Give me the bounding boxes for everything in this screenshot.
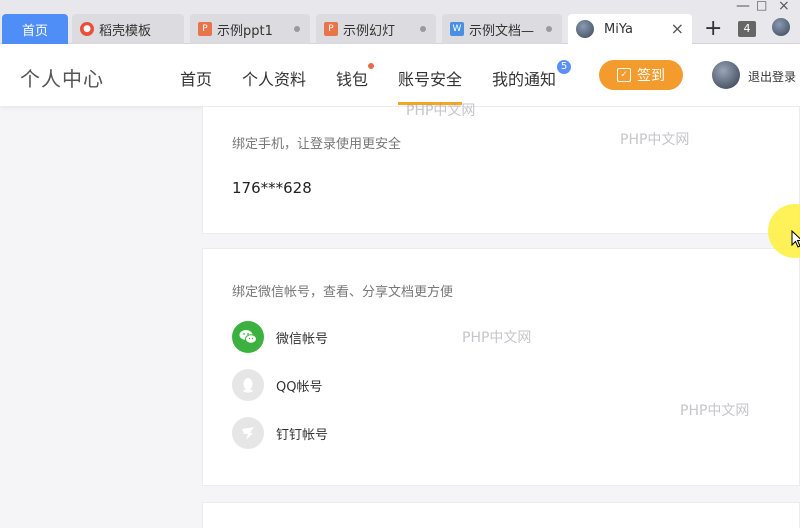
nav-notifications[interactable]: 我的通知 [492,66,556,90]
nav-home[interactable]: 首页 [180,66,212,90]
tab-daoke-templates[interactable]: ● 稻壳模板 [72,14,184,44]
tab-dot-icon [420,26,426,32]
nav-profile[interactable]: 个人资料 [242,66,306,90]
tab-document[interactable]: W 示例文档— [442,14,562,44]
bound-phone-number: 176***628 [232,179,312,197]
tab-label: 稻壳模板 [99,23,152,39]
qq-icon [232,369,264,401]
signin-button[interactable]: ✓ 签到 [599,60,683,90]
tab-label: 示例幻灯 [343,23,396,39]
minimize-icon[interactable]: — [736,0,750,14]
tab-home[interactable]: 首页 [2,14,68,44]
social-binding-card: 绑定微信帐号，查看、分享文档更方便 微信帐号 QQ帐号 钉钉帐号 [202,248,800,486]
watermark: PHP中文网 [462,330,532,346]
account-label: 钉钉帐号 [276,427,329,443]
account-label: QQ帐号 [276,379,323,395]
account-label: 微信帐号 [276,331,329,347]
social-hint: 绑定微信帐号，查看、分享文档更方便 [232,285,454,300]
nav-wallet[interactable]: 钱包 [336,66,368,90]
watermark: PHP中文网 [406,103,476,119]
account-avatar-icon[interactable] [772,18,790,36]
ppt-icon: P [324,22,338,36]
wechat-account-row[interactable]: 微信帐号 [232,321,328,353]
notification-badge: 5 [557,60,571,74]
mouse-cursor-icon [791,230,800,248]
word-icon: W [450,22,464,36]
qq-account-row[interactable]: QQ帐号 [232,369,322,401]
avatar[interactable] [712,61,740,89]
watermark: PHP中文网 [680,403,750,419]
checkin-icon: ✓ [617,68,631,82]
tab-label: 示例ppt1 [217,23,273,39]
wallet-dot-icon [368,63,374,69]
logout-link[interactable]: 退出登录 [748,68,796,85]
close-icon[interactable]: × [671,19,684,38]
next-section-card [202,502,800,528]
daoke-icon: ● [80,22,94,36]
browser-tab-bar: — □ × 首页 ● 稻壳模板 P 示例ppt1 P 示例幻灯 W 示例文档— … [0,0,800,44]
tab-count-badge[interactable]: 4 [738,21,756,37]
tab-label: MiYa [604,21,633,37]
tab-dot-icon [546,26,552,32]
phone-binding-card: 绑定手机，让登录使用更安全 176***628 [202,106,800,234]
new-tab-icon[interactable]: + [704,14,722,44]
tab-label: 示例文档— [469,23,535,39]
tab-miya[interactable]: MiYa × [568,14,692,44]
phone-hint: 绑定手机，让登录使用更安全 [232,137,402,152]
watermark: PHP中文网 [620,132,690,148]
site-header: 个人中心 首页 个人资料 钱包 账号安全 我的通知 5 ✓ 签到 退出登录 [0,44,800,106]
nav-account-security[interactable]: 账号安全 [398,66,462,90]
window-close-icon[interactable]: × [778,0,790,14]
wechat-icon [232,321,264,353]
ppt-icon: P [198,22,212,36]
dingtalk-account-row[interactable]: 钉钉帐号 [232,417,328,449]
signin-label: 签到 [637,68,665,84]
page-title: 个人中心 [20,67,104,91]
tab-dot-icon [294,26,300,32]
tab-slides[interactable]: P 示例幻灯 [316,14,436,44]
tab-ppt1[interactable]: P 示例ppt1 [190,14,310,44]
dingtalk-icon [232,417,264,449]
maximize-icon[interactable]: □ [756,0,767,12]
avatar-icon [576,20,594,38]
tab-label: 首页 [21,23,48,39]
